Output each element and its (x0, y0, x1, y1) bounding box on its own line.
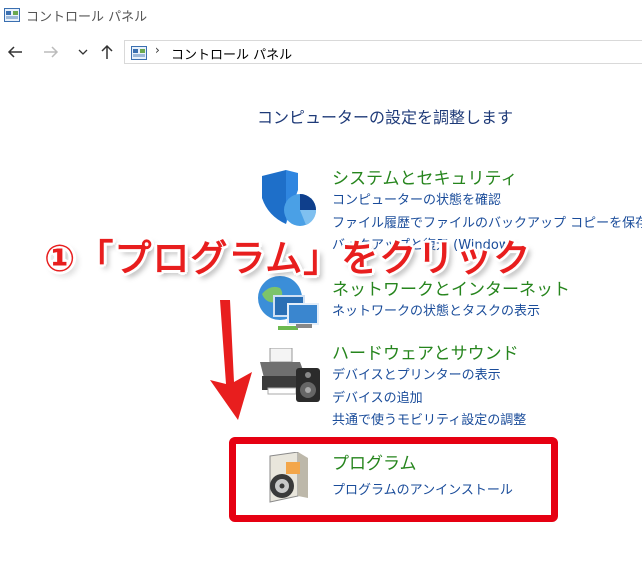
category-hardware-sound: ハードウェアとサウンド デバイスとプリンターの表示 デバイスの追加 共通で使うモ… (332, 343, 526, 433)
forward-arrow-icon[interactable] (40, 41, 62, 63)
category-network-internet: ネットワークとインターネット ネットワークの状態とタスクの表示 (332, 279, 570, 324)
up-arrow-icon[interactable] (96, 41, 118, 63)
back-arrow-icon[interactable] (4, 41, 26, 63)
chevron-down-icon[interactable] (72, 41, 94, 63)
annotation-click-programs: ①「プログラム」をクリック (44, 237, 532, 280)
link-devices-printers[interactable]: デバイスとプリンターの表示 (332, 365, 526, 388)
window-title: コントロール パネル (26, 10, 148, 25)
title-bar: コントロール パネル (0, 0, 642, 32)
red-arrow-icon (200, 296, 270, 428)
control-panel-icon (4, 7, 20, 22)
link-network-status-tasks[interactable]: ネットワークの状態とタスクの表示 (332, 301, 570, 324)
address-bar: › コントロール パネル (0, 38, 642, 68)
shield-icon[interactable] (258, 170, 318, 234)
breadcrumb-separator: › (155, 43, 160, 57)
link-check-computer-status[interactable]: コンピューターの状態を確認 (332, 190, 642, 213)
category-title-system-security[interactable]: システムとセキュリティ (332, 168, 642, 190)
link-add-device[interactable]: デバイスの追加 (332, 388, 526, 411)
link-mobility-settings[interactable]: 共通で使うモビリティ設定の調整 (332, 410, 526, 433)
breadcrumb-control-panel[interactable]: コントロール パネル (171, 44, 292, 63)
control-panel-icon (131, 45, 147, 60)
category-title-network-internet[interactable]: ネットワークとインターネット (332, 279, 570, 301)
category-title-hardware-sound[interactable]: ハードウェアとサウンド (332, 343, 526, 365)
address-field[interactable]: › コントロール パネル (124, 40, 642, 64)
highlight-box-programs (229, 437, 558, 522)
page-heading: コンピューターの設定を調整します (257, 108, 514, 127)
